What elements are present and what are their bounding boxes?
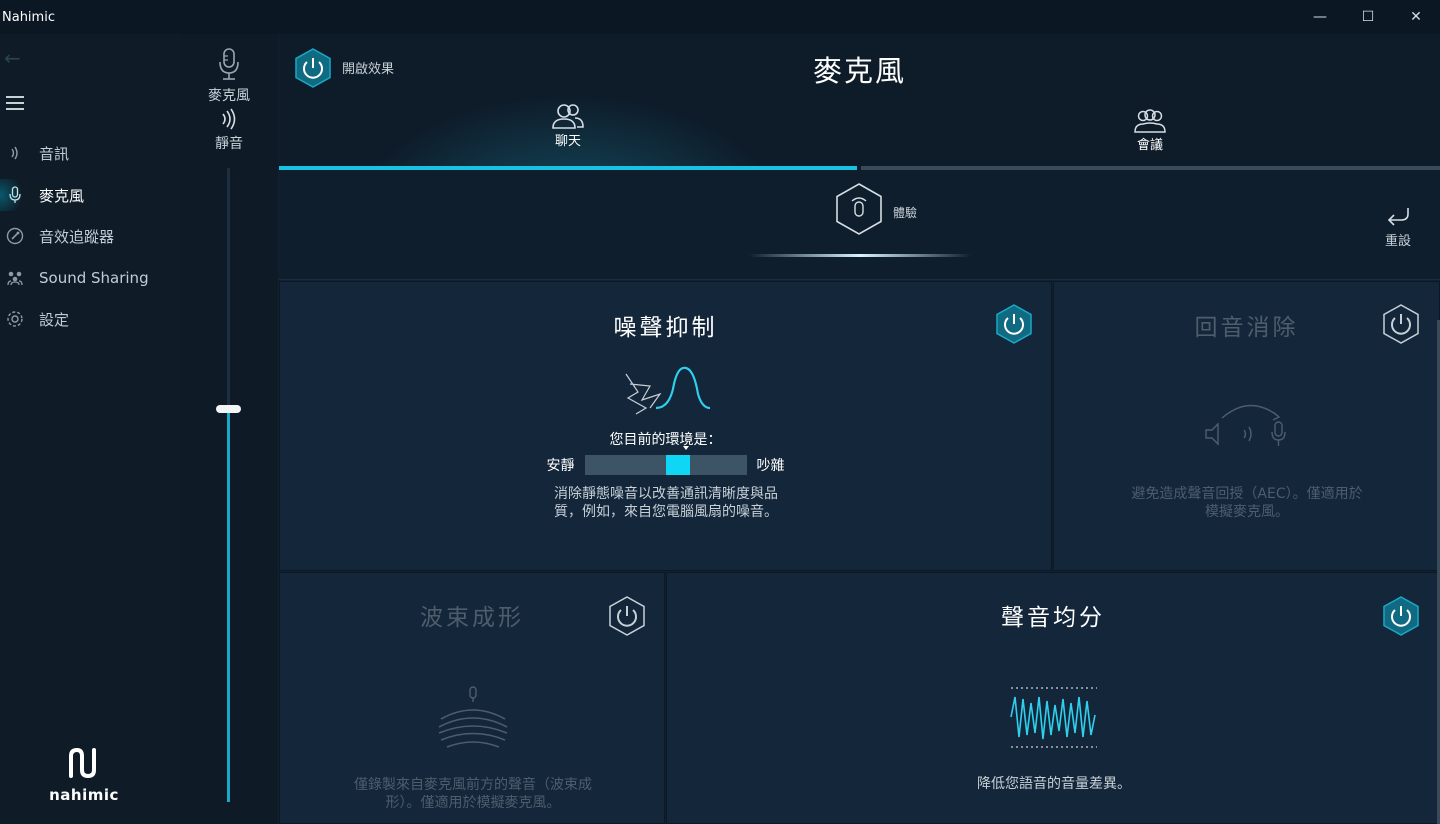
reset-label: 重設 [1385, 234, 1412, 249]
sidebar-item-sound-tracker[interactable]: 音效追蹤器 [0, 216, 180, 256]
sidebar-item-label: 設定 [39, 310, 70, 329]
card-description: 降低您語音的音量差異。 [977, 776, 1131, 792]
tab-label: 會議 [1136, 138, 1163, 153]
card-description: 避免造成聲音回授（AEC）。僅適用於模擬麥克風。 [1131, 486, 1363, 520]
volume-slider-thumb[interactable] [216, 404, 241, 413]
back-arrow-icon[interactable]: ← [4, 46, 21, 70]
echo-cancellation-power-button[interactable] [1381, 303, 1421, 349]
meeting-people-icon [1115, 108, 1185, 134]
microphone-icon [0, 186, 30, 204]
experience-hex-icon [836, 183, 882, 235]
beamforming-card: 波束成形 僅錄製來自麥克風前方的聲音（波束成形）。僅適用於模擬麥克風。 [279, 572, 665, 824]
echo-cancellation-card: 回音消除 避免造成聲音回授（AEC）。僅適用於模擬麥克風。 [1053, 281, 1440, 571]
tab-chat[interactable]: 聊天 [533, 102, 603, 149]
mic-level-panel: 麥克風 靜音 [180, 34, 278, 824]
preset-underline [749, 254, 971, 257]
chat-people-icon [533, 102, 603, 130]
sidebar-item-label: 麥克風 [39, 186, 85, 205]
preset-bar: 體驗 重設 [279, 170, 1440, 280]
sidebar: ← 音訊 麥克風 音效追蹤器 Sound Sharing 設定 nahimic [0, 34, 180, 824]
sidebar-item-audio[interactable]: 音訊 [0, 133, 180, 173]
logo-text: nahimic [49, 786, 119, 804]
close-button[interactable]: ✕ [1392, 0, 1440, 34]
minimize-button[interactable]: — [1296, 0, 1344, 34]
voice-leveler-card: 聲音均分 降低您語音的音量差異。 [666, 572, 1440, 824]
sidebar-item-label: 音效追蹤器 [39, 227, 115, 246]
speaker-waves-icon [0, 146, 30, 160]
title-bar: Nahimic — ☐ ✕ [0, 0, 1440, 34]
preset-experience-button[interactable] [834, 182, 884, 240]
header: 開啟效果 麥克風 聊天 會議 [279, 34, 1440, 170]
sidebar-item-label: Sound Sharing [39, 269, 149, 287]
noise-wave-icon [620, 364, 712, 424]
power-icon [996, 304, 1032, 344]
power-icon [1383, 304, 1419, 344]
mute-waves-icon[interactable] [220, 108, 238, 134]
env-high-label: 吵雜 [756, 458, 785, 474]
app-title: Nahimic [2, 9, 55, 25]
power-icon [1383, 596, 1419, 636]
mic-label: 麥克風 [208, 88, 250, 104]
environment-bar [584, 446, 747, 475]
main-panel: 開啟效果 麥克風 聊天 會議 體驗 重設 噪聲抑制 您目前的環境是： 安靜 吵雜… [279, 34, 1440, 824]
reset-arrow-icon [1387, 208, 1409, 226]
sidebar-item-label: 音訊 [39, 144, 70, 163]
hamburger-menu-icon[interactable] [6, 96, 24, 110]
environment-label: 您目前的環境是： [609, 432, 722, 448]
maximize-button[interactable]: ☐ [1344, 0, 1392, 34]
nahimic-logo: nahimic [48, 746, 120, 804]
noise-suppression-card: 噪聲抑制 您目前的環境是： 安靜 吵雜 消除靜態噪音以改善通訊清晰度與品質，例如… [279, 281, 1052, 571]
sidebar-item-sound-sharing[interactable]: Sound Sharing [0, 258, 180, 298]
microphone-icon [218, 48, 240, 86]
mute-label: 靜音 [215, 136, 243, 152]
card-title: 聲音均分 [1001, 605, 1105, 631]
nahimic-logo-icon [69, 747, 96, 779]
tab-meeting[interactable]: 會議 [1115, 108, 1185, 153]
reset-button[interactable]: 重設 [1385, 206, 1411, 249]
noise-suppression-power-button[interactable] [994, 303, 1034, 349]
sidebar-item-settings[interactable]: 設定 [0, 299, 180, 339]
environment-marker [665, 455, 690, 475]
beamforming-icon [435, 685, 511, 755]
sound-sharing-icon [0, 270, 30, 286]
card-description: 僅錄製來自麥克風前方的聲音（波束成形）。僅適用於模擬麥克風。 [354, 777, 592, 811]
gear-icon [0, 310, 30, 328]
sidebar-item-microphone[interactable]: 麥克風 [0, 175, 180, 215]
env-low-label: 安靜 [546, 458, 575, 474]
voice-leveler-wave-icon [1009, 685, 1099, 755]
beamforming-power-button[interactable] [607, 595, 647, 641]
tab-label: 聊天 [554, 134, 581, 149]
power-icon [609, 596, 645, 636]
volume-slider-fill [227, 408, 230, 802]
preset-label: 體驗 [893, 206, 918, 220]
page-title: 麥克風 [812, 54, 906, 88]
environment-meter: 安靜 吵雜 [280, 446, 1051, 475]
sound-tracker-icon [0, 227, 30, 245]
card-title: 噪聲抑制 [613, 315, 718, 341]
echo-icon [1202, 400, 1292, 456]
card-description: 消除靜態噪音以改善通訊清晰度與品質，例如，來自您電腦風扇的噪音。 [554, 486, 778, 520]
voice-leveler-power-button[interactable] [1381, 595, 1421, 641]
window-controls: — ☐ ✕ [1296, 0, 1440, 34]
